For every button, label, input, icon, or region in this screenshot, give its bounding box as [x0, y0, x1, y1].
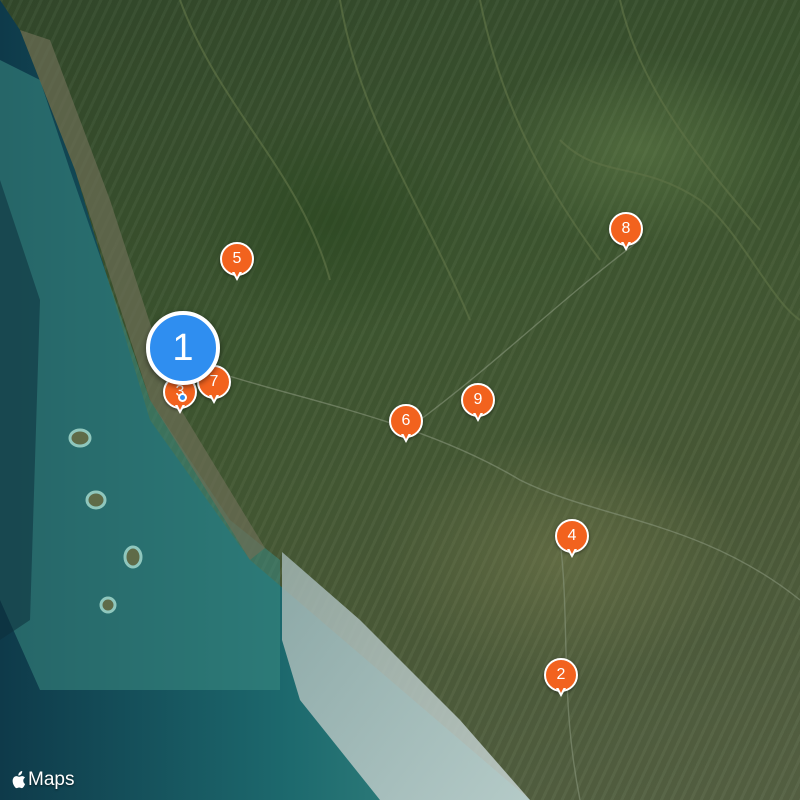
map-pin-2[interactable]: 2	[544, 658, 578, 700]
map-pin-6[interactable]: 6	[389, 404, 423, 446]
satellite-map[interactable]: 5 3 7 8 9 6 4 2 1 Maps	[0, 0, 800, 800]
map-pin-4[interactable]: 4	[555, 519, 589, 561]
map-pin-8[interactable]: 8	[609, 212, 643, 254]
apple-logo-icon	[10, 771, 26, 789]
location-dot	[178, 393, 187, 402]
maps-attribution[interactable]: Maps	[10, 769, 74, 791]
map-pin-9[interactable]: 9	[461, 383, 495, 425]
map-pin-5[interactable]: 5	[220, 242, 254, 284]
maps-brand-label: Maps	[28, 769, 75, 790]
selected-map-pin-1[interactable]: 1	[146, 311, 220, 385]
map-terrain	[0, 0, 800, 800]
